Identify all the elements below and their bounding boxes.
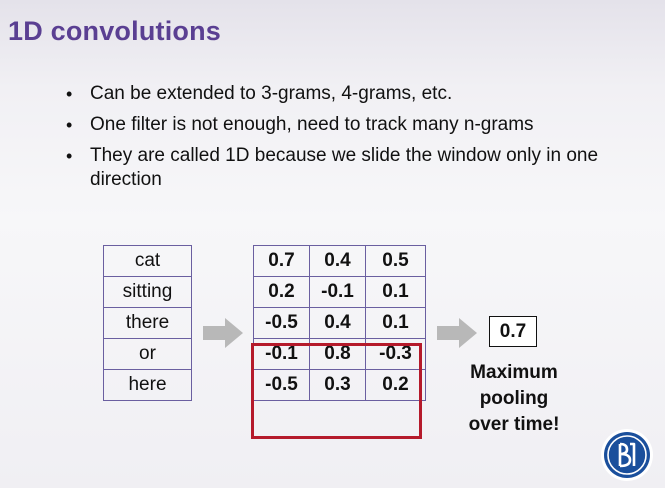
right-arrow-icon <box>437 318 477 348</box>
bullet-item: They are called 1D because we slide the … <box>62 144 657 192</box>
word-row: there <box>103 307 192 339</box>
bullet-item: One filter is not enough, need to track … <box>62 113 657 137</box>
sliding-window-highlight <box>251 343 422 439</box>
caption-line: Maximum <box>470 362 558 383</box>
word-cell: sitting <box>103 276 192 308</box>
bullet-list: Can be extended to 3-grams, 4-grams, etc… <box>62 82 657 199</box>
matrix-cell: 0.4 <box>309 307 366 339</box>
pooling-result: 0.7 <box>489 316 537 347</box>
matrix-cell: 0.2 <box>253 276 310 308</box>
matrix-row: -0.5 0.4 0.1 <box>253 307 426 339</box>
matrix-cell: 0.1 <box>365 276 426 308</box>
matrix-cell: -0.1 <box>309 276 366 308</box>
matrix-cell: 0.1 <box>365 307 426 339</box>
word-row: sitting <box>103 276 192 308</box>
slide-title: 1D convolutions <box>8 16 222 46</box>
caption-line: over time! <box>468 414 560 435</box>
pooling-caption: Maximum pooling over time! <box>463 360 565 438</box>
matrix-cell: 0.7 <box>253 245 310 277</box>
word-row: here <box>103 369 192 401</box>
matrix-cell: -0.5 <box>253 307 310 339</box>
matrix-cell: 0.5 <box>365 245 426 277</box>
matrix-cell: 0.4 <box>309 245 366 277</box>
word-cell: or <box>103 338 192 370</box>
bullet-item: Can be extended to 3-grams, 4-grams, etc… <box>62 82 657 106</box>
right-arrow-icon <box>203 318 243 348</box>
word-cell: here <box>103 369 192 401</box>
word-table: cat sitting there or here <box>103 245 192 401</box>
word-row: or <box>103 338 192 370</box>
matrix-row: 0.7 0.4 0.5 <box>253 245 426 277</box>
caption-line: pooling <box>479 388 549 409</box>
word-cell: there <box>103 307 192 339</box>
hse-logo-icon <box>601 429 653 481</box>
word-cell: cat <box>103 245 192 277</box>
word-row: cat <box>103 245 192 277</box>
matrix-row: 0.2 -0.1 0.1 <box>253 276 426 308</box>
